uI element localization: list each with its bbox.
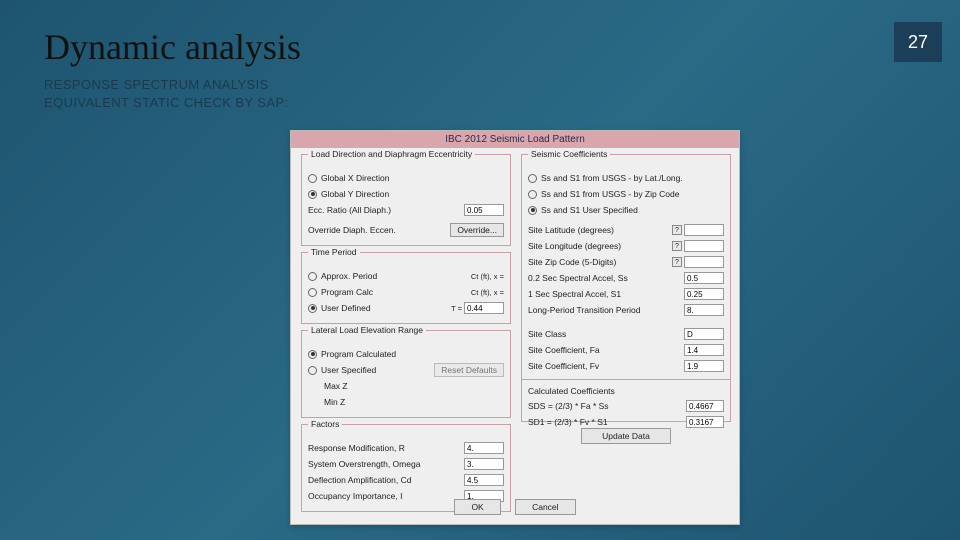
radio-usgs-zip[interactable]: [528, 190, 537, 199]
sd1-output: [686, 416, 724, 428]
site-class-input[interactable]: [684, 328, 724, 340]
period-t-input[interactable]: [464, 302, 504, 314]
radio-global-y[interactable]: [308, 190, 317, 199]
tl-input[interactable]: [684, 304, 724, 316]
fv-input[interactable]: [684, 360, 724, 372]
radio-user-defined[interactable]: [308, 304, 317, 313]
site-zip-input[interactable]: [684, 256, 724, 268]
radio-approx-period[interactable]: [308, 272, 317, 281]
group-label: Seismic Coefficients: [528, 149, 610, 159]
radio-usgs-latlong[interactable]: [528, 174, 537, 183]
ecc-ratio-input[interactable]: [464, 204, 504, 216]
time-period-group: Time Period Approx. PeriodCt (ft), x = P…: [301, 252, 511, 324]
lateral-load-group: Lateral Load Elevation Range Program Cal…: [301, 330, 511, 418]
seismic-load-dialog: IBC 2012 Seismic Load Pattern Load Direc…: [290, 130, 740, 525]
radio-user-specified[interactable]: [528, 206, 537, 215]
group-label: Load Direction and Diaphragm Eccentricit…: [308, 149, 475, 159]
seismic-coefficients-group: Seismic Coefficients Ss and S1 from USGS…: [521, 154, 731, 422]
load-direction-group: Load Direction and Diaphragm Eccentricit…: [301, 154, 511, 246]
help-icon[interactable]: ?: [672, 225, 682, 235]
group-label: Lateral Load Elevation Range: [308, 325, 426, 335]
reset-defaults-button[interactable]: Reset Defaults: [434, 363, 504, 377]
slide-subtitle: RESPONSE SPECTRUM ANALYSIS EQUIVALENT ST…: [44, 76, 289, 111]
s1-input[interactable]: [684, 288, 724, 300]
radio-lat-user[interactable]: [308, 366, 317, 375]
sds-output: [686, 400, 724, 412]
group-label: Factors: [308, 419, 342, 429]
site-lon-input[interactable]: [684, 240, 724, 252]
factor-r-input[interactable]: [464, 442, 504, 454]
help-icon[interactable]: ?: [672, 241, 682, 251]
ss-input[interactable]: [684, 272, 724, 284]
page-number: 27: [894, 22, 942, 62]
radio-program-calc[interactable]: [308, 288, 317, 297]
dialog-title: IBC 2012 Seismic Load Pattern: [291, 131, 739, 148]
help-icon[interactable]: ?: [672, 257, 682, 267]
site-lat-input[interactable]: [684, 224, 724, 236]
override-button[interactable]: Override...: [450, 223, 504, 237]
group-label: Time Period: [308, 247, 360, 257]
factor-omega-input[interactable]: [464, 458, 504, 470]
cancel-button[interactable]: Cancel: [515, 499, 575, 515]
calc-coeff-label: Calculated Coefficients: [528, 386, 724, 396]
fa-input[interactable]: [684, 344, 724, 356]
radio-global-x[interactable]: [308, 174, 317, 183]
update-data-button[interactable]: Update Data: [581, 428, 671, 444]
radio-lat-program[interactable]: [308, 350, 317, 359]
factor-cd-input[interactable]: [464, 474, 504, 486]
slide-title: Dynamic analysis: [44, 26, 301, 68]
ok-button[interactable]: OK: [454, 499, 500, 515]
